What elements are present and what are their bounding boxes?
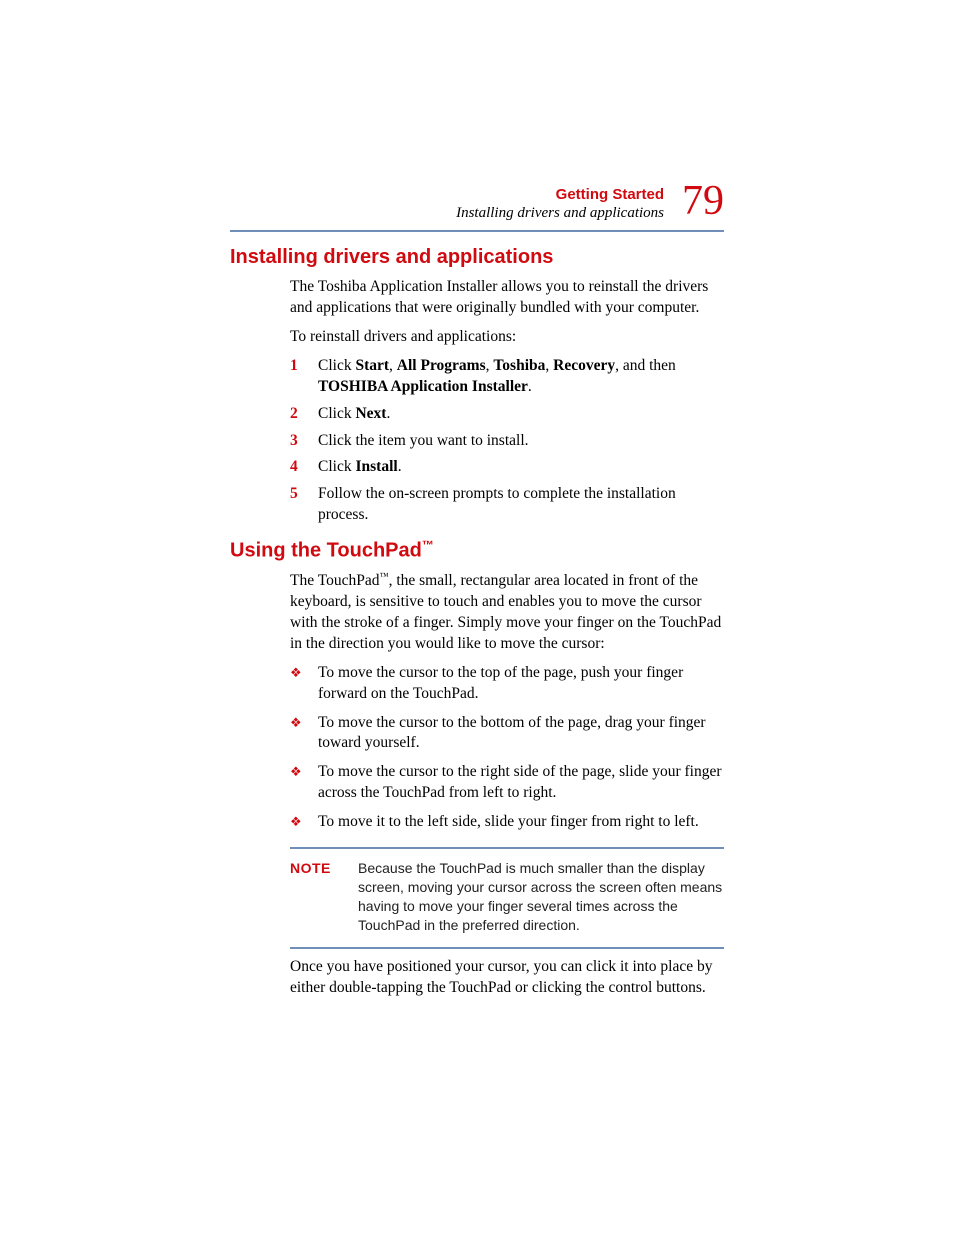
trademark-symbol: ™: [422, 538, 434, 552]
page-content: Getting Started Installing drivers and a…: [0, 0, 954, 1207]
heading-touchpad: Using the TouchPad™: [230, 538, 724, 563]
closing-body: Once you have positioned your cursor, yo…: [290, 957, 724, 999]
page-number: 79: [682, 180, 724, 222]
step-1: 1 Click Start, All Programs, Toshiba, Re…: [290, 356, 724, 398]
section1-body: The Toshiba Application Installer allows…: [290, 277, 724, 526]
note-text: Because the TouchPad is much smaller tha…: [358, 859, 724, 935]
bullet-item: ❖ To move the cursor to the right side o…: [290, 762, 724, 804]
intro-paragraph: The Toshiba Application Installer allows…: [290, 277, 724, 319]
touchpad-intro: The TouchPad™, the small, rectangular ar…: [290, 571, 724, 655]
step-number: 4: [290, 457, 304, 478]
note-rule-top: [290, 847, 724, 849]
step-text: Click Start, All Programs, Toshiba, Reco…: [318, 356, 724, 398]
chapter-name: Getting Started: [456, 186, 664, 204]
step-text: Click Install.: [318, 457, 402, 478]
trademark-symbol: ™: [379, 572, 388, 582]
note-block: NOTE Because the TouchPad is much smalle…: [290, 847, 724, 949]
step-5: 5 Follow the on-screen prompts to comple…: [290, 484, 724, 526]
note-rule-bottom: [290, 947, 724, 949]
bullet-item: ❖ To move the cursor to the top of the p…: [290, 663, 724, 705]
lead-paragraph: To reinstall drivers and applications:: [290, 327, 724, 348]
bullet-item: ❖ To move it to the left side, slide you…: [290, 812, 724, 833]
step-text: Click Next.: [318, 404, 390, 425]
step-text: Click the item you want to install.: [318, 431, 529, 452]
step-number: 5: [290, 484, 304, 526]
step-3: 3 Click the item you want to install.: [290, 431, 724, 452]
header-rule: [230, 230, 724, 232]
section-name: Installing drivers and applications: [456, 204, 664, 222]
step-number: 2: [290, 404, 304, 425]
bullet-item: ❖ To move the cursor to the bottom of th…: [290, 713, 724, 755]
bullet-text: To move the cursor to the top of the pag…: [318, 663, 724, 705]
note-row: NOTE Because the TouchPad is much smalle…: [290, 853, 724, 943]
bullet-text: To move the cursor to the right side of …: [318, 762, 724, 804]
section2-body: The TouchPad™, the small, rectangular ar…: [290, 571, 724, 833]
step-2: 2 Click Next.: [290, 404, 724, 425]
diamond-icon: ❖: [290, 812, 304, 833]
step-number: 3: [290, 431, 304, 452]
step-4: 4 Click Install.: [290, 457, 724, 478]
closing-paragraph: Once you have positioned your cursor, yo…: [290, 957, 724, 999]
diamond-icon: ❖: [290, 713, 304, 755]
diamond-icon: ❖: [290, 762, 304, 804]
page-header: Getting Started Installing drivers and a…: [230, 180, 724, 222]
heading-installing: Installing drivers and applications: [230, 246, 724, 269]
step-number: 1: [290, 356, 304, 398]
touchpad-bullets: ❖ To move the cursor to the top of the p…: [290, 663, 724, 833]
header-text: Getting Started Installing drivers and a…: [456, 186, 664, 222]
diamond-icon: ❖: [290, 663, 304, 705]
note-label: NOTE: [290, 859, 340, 935]
steps-list: 1 Click Start, All Programs, Toshiba, Re…: [290, 356, 724, 526]
bullet-text: To move it to the left side, slide your …: [318, 812, 699, 833]
step-text: Follow the on-screen prompts to complete…: [318, 484, 724, 526]
bullet-text: To move the cursor to the bottom of the …: [318, 713, 724, 755]
